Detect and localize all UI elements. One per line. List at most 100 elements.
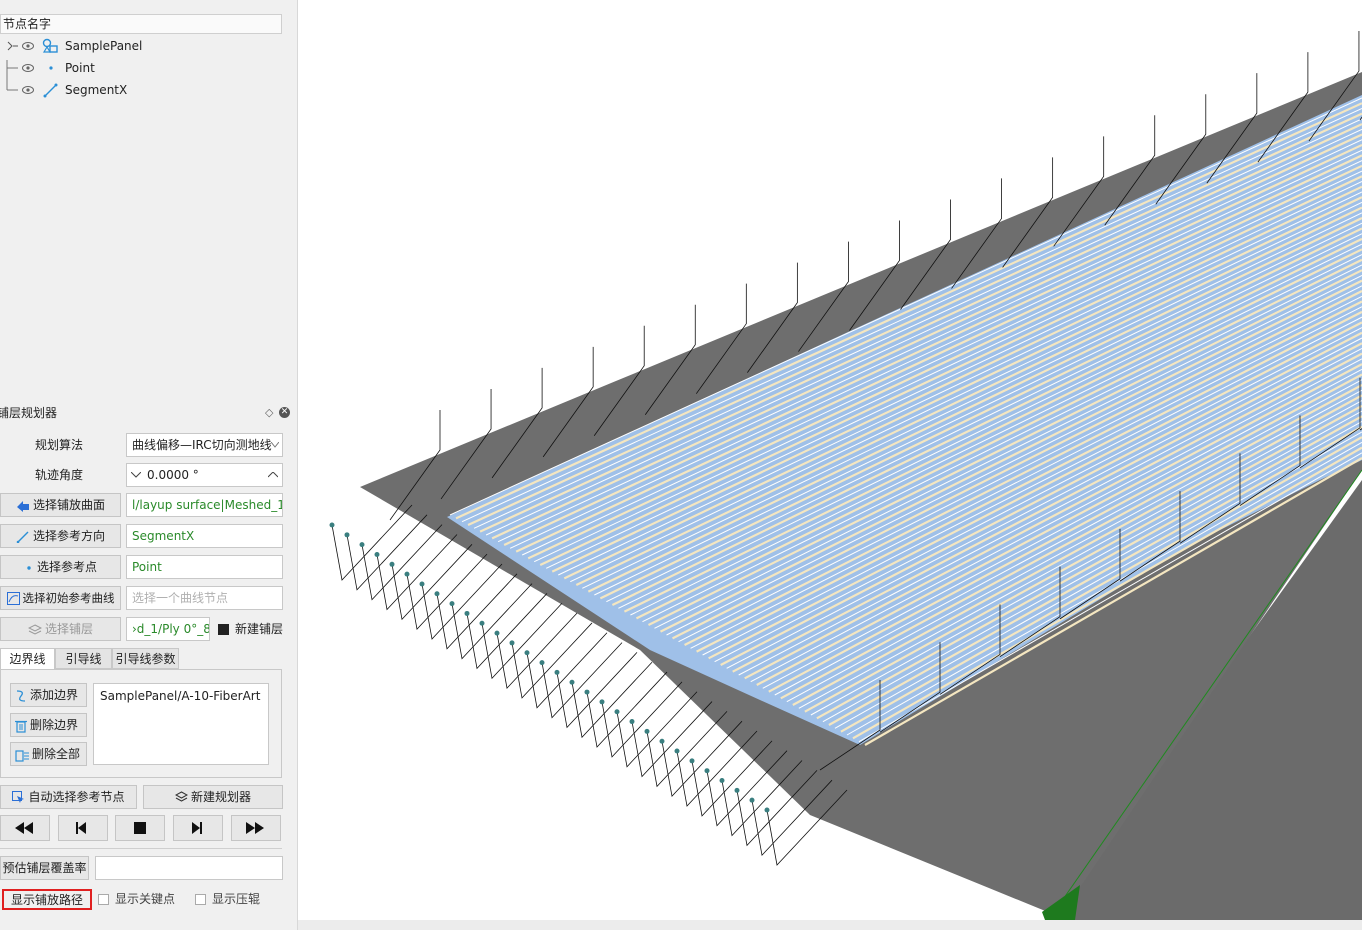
angle-value: 0.0000 ° bbox=[147, 468, 199, 482]
layers-icon bbox=[27, 623, 42, 635]
guide-node bbox=[329, 522, 335, 528]
guide-node bbox=[464, 610, 470, 616]
guide-post bbox=[391, 544, 473, 621]
show-keypoints-checkbox[interactable]: 显示关键点 bbox=[98, 890, 175, 908]
segment-icon bbox=[16, 531, 29, 543]
step-back-button[interactable] bbox=[58, 815, 108, 841]
eye-icon[interactable] bbox=[22, 41, 34, 51]
guide-node bbox=[449, 601, 455, 607]
guide-post bbox=[331, 504, 413, 581]
guide-post bbox=[511, 622, 593, 699]
direction-field[interactable]: SegmentX bbox=[126, 524, 283, 548]
guide-node bbox=[389, 561, 395, 567]
surface-arrow-icon bbox=[16, 500, 29, 512]
tree-node-label: Point bbox=[65, 61, 95, 75]
guide-node bbox=[749, 797, 755, 803]
guide-post bbox=[376, 534, 458, 611]
step-forward-button[interactable] bbox=[173, 815, 223, 841]
delete-boundary-button[interactable]: 删除边界 bbox=[10, 713, 87, 737]
coverage-field bbox=[95, 856, 283, 880]
step-forward-icon bbox=[192, 822, 202, 834]
guide-node bbox=[539, 660, 545, 666]
stop-button[interactable] bbox=[115, 815, 165, 841]
tab-guide-line[interactable]: 引导线 bbox=[55, 648, 112, 669]
guide-node bbox=[404, 571, 410, 577]
guide-node bbox=[644, 728, 650, 734]
show-roller-label: 显示压辊 bbox=[212, 892, 261, 906]
guide-node bbox=[689, 758, 695, 764]
select-curve-label: 选择初始参考曲线 bbox=[22, 591, 115, 605]
select-point-label: 选择参考点 bbox=[36, 560, 97, 574]
left-panel: 节点名字 SamplePanel Point SegmentX 铺层规划器 ◇ … bbox=[0, 0, 298, 930]
tree-node-point[interactable]: Point bbox=[0, 58, 290, 78]
guide-post bbox=[436, 573, 518, 650]
angle-spinbox[interactable]: 0.0000 ° bbox=[126, 463, 283, 487]
close-icon[interactable]: ✕ bbox=[279, 407, 290, 418]
guide-post bbox=[616, 691, 698, 768]
trash-icon bbox=[15, 720, 27, 733]
tab-guide-params[interactable]: 引导线参数 bbox=[112, 648, 179, 669]
select-curve-button[interactable]: 选择初始参考曲线 bbox=[0, 586, 121, 610]
algorithm-select[interactable]: 曲线偏移—IRC切向测地线 bbox=[126, 433, 283, 457]
guide-node bbox=[599, 699, 605, 705]
guide-post bbox=[556, 652, 638, 729]
tree-node-segmentx[interactable]: SegmentX bbox=[0, 80, 290, 100]
guide-node bbox=[509, 640, 515, 646]
show-roller-checkbox[interactable]: 显示压辊 bbox=[195, 890, 260, 908]
new-ply-checkbox[interactable]: 新建铺层 bbox=[218, 620, 283, 638]
planner-title: 铺层规划器 bbox=[0, 406, 58, 420]
add-boundary-label: 添加边界 bbox=[30, 688, 79, 702]
layup-scene[interactable] bbox=[298, 0, 1362, 920]
guide-node bbox=[614, 709, 620, 715]
guide-node bbox=[674, 748, 680, 754]
chevron-up-icon[interactable] bbox=[268, 472, 278, 478]
surface-field[interactable]: l/layup surface|Meshed_1 bbox=[126, 493, 283, 517]
select-point-button[interactable]: 选择参考点 bbox=[0, 555, 121, 579]
stop-icon bbox=[134, 822, 146, 834]
delete-all-button[interactable]: 删除全部 bbox=[10, 742, 87, 766]
point-field[interactable]: Point bbox=[126, 555, 283, 579]
planner-section-title: 铺层规划器 ◇ ✕ bbox=[0, 404, 297, 422]
float-icon[interactable]: ◇ bbox=[265, 404, 273, 422]
curve-icon bbox=[6, 592, 20, 605]
add-boundary-icon bbox=[16, 689, 26, 702]
cursor-select-icon bbox=[12, 791, 25, 803]
boundary-list[interactable]: SamplePanel/A-10-FiberArt bbox=[93, 683, 269, 765]
select-direction-button[interactable]: 选择参考方向 bbox=[0, 524, 121, 548]
tree-node-samplepanel[interactable]: SamplePanel bbox=[0, 36, 290, 56]
auto-select-button[interactable]: 自动选择参考节点 bbox=[0, 785, 137, 809]
add-boundary-button[interactable]: 添加边界 bbox=[10, 683, 87, 707]
guide-post bbox=[481, 603, 563, 680]
trash-list-icon bbox=[15, 749, 29, 762]
tree-header: 节点名字 bbox=[0, 14, 282, 34]
point-icon bbox=[49, 66, 53, 70]
eye-icon[interactable] bbox=[22, 85, 34, 95]
coverage-button[interactable]: 预估铺层覆盖率 bbox=[0, 856, 89, 880]
3d-viewport[interactable] bbox=[298, 0, 1362, 920]
new-planner-label: 新建规划器 bbox=[190, 790, 251, 804]
checkbox-icon bbox=[195, 894, 206, 905]
delete-boundary-label: 删除边界 bbox=[30, 718, 79, 732]
select-surface-button[interactable]: 选择铺放曲面 bbox=[0, 493, 121, 517]
fast-forward-button[interactable] bbox=[231, 815, 281, 841]
list-item[interactable]: SamplePanel/A-10-FiberArt bbox=[100, 688, 262, 704]
rewind-button[interactable] bbox=[0, 815, 50, 841]
new-planner-button[interactable]: 新建规划器 bbox=[143, 785, 283, 809]
divider bbox=[0, 848, 282, 849]
chevron-down-icon bbox=[271, 442, 279, 448]
select-ply-button[interactable]: 选择铺层 bbox=[0, 617, 121, 641]
eye-icon[interactable] bbox=[22, 63, 34, 73]
ply-field[interactable]: ›d_1/Ply 0°_8 bbox=[126, 617, 210, 641]
tab-boundary[interactable]: 边界线 bbox=[0, 648, 55, 669]
guide-node bbox=[704, 768, 710, 774]
step-back-icon bbox=[76, 822, 86, 834]
segment-icon bbox=[43, 83, 58, 98]
show-path-toggle[interactable]: 显示铺放路径 bbox=[2, 889, 92, 910]
guide-node bbox=[764, 807, 770, 813]
algorithm-value: 曲线偏移—IRC切向测地线 bbox=[132, 438, 272, 452]
guide-node bbox=[554, 669, 560, 675]
chevron-down-icon[interactable] bbox=[131, 472, 141, 478]
curve-field[interactable]: 选择一个曲线节点 bbox=[126, 586, 283, 610]
guide-post bbox=[571, 661, 653, 739]
guide-node bbox=[359, 542, 365, 548]
